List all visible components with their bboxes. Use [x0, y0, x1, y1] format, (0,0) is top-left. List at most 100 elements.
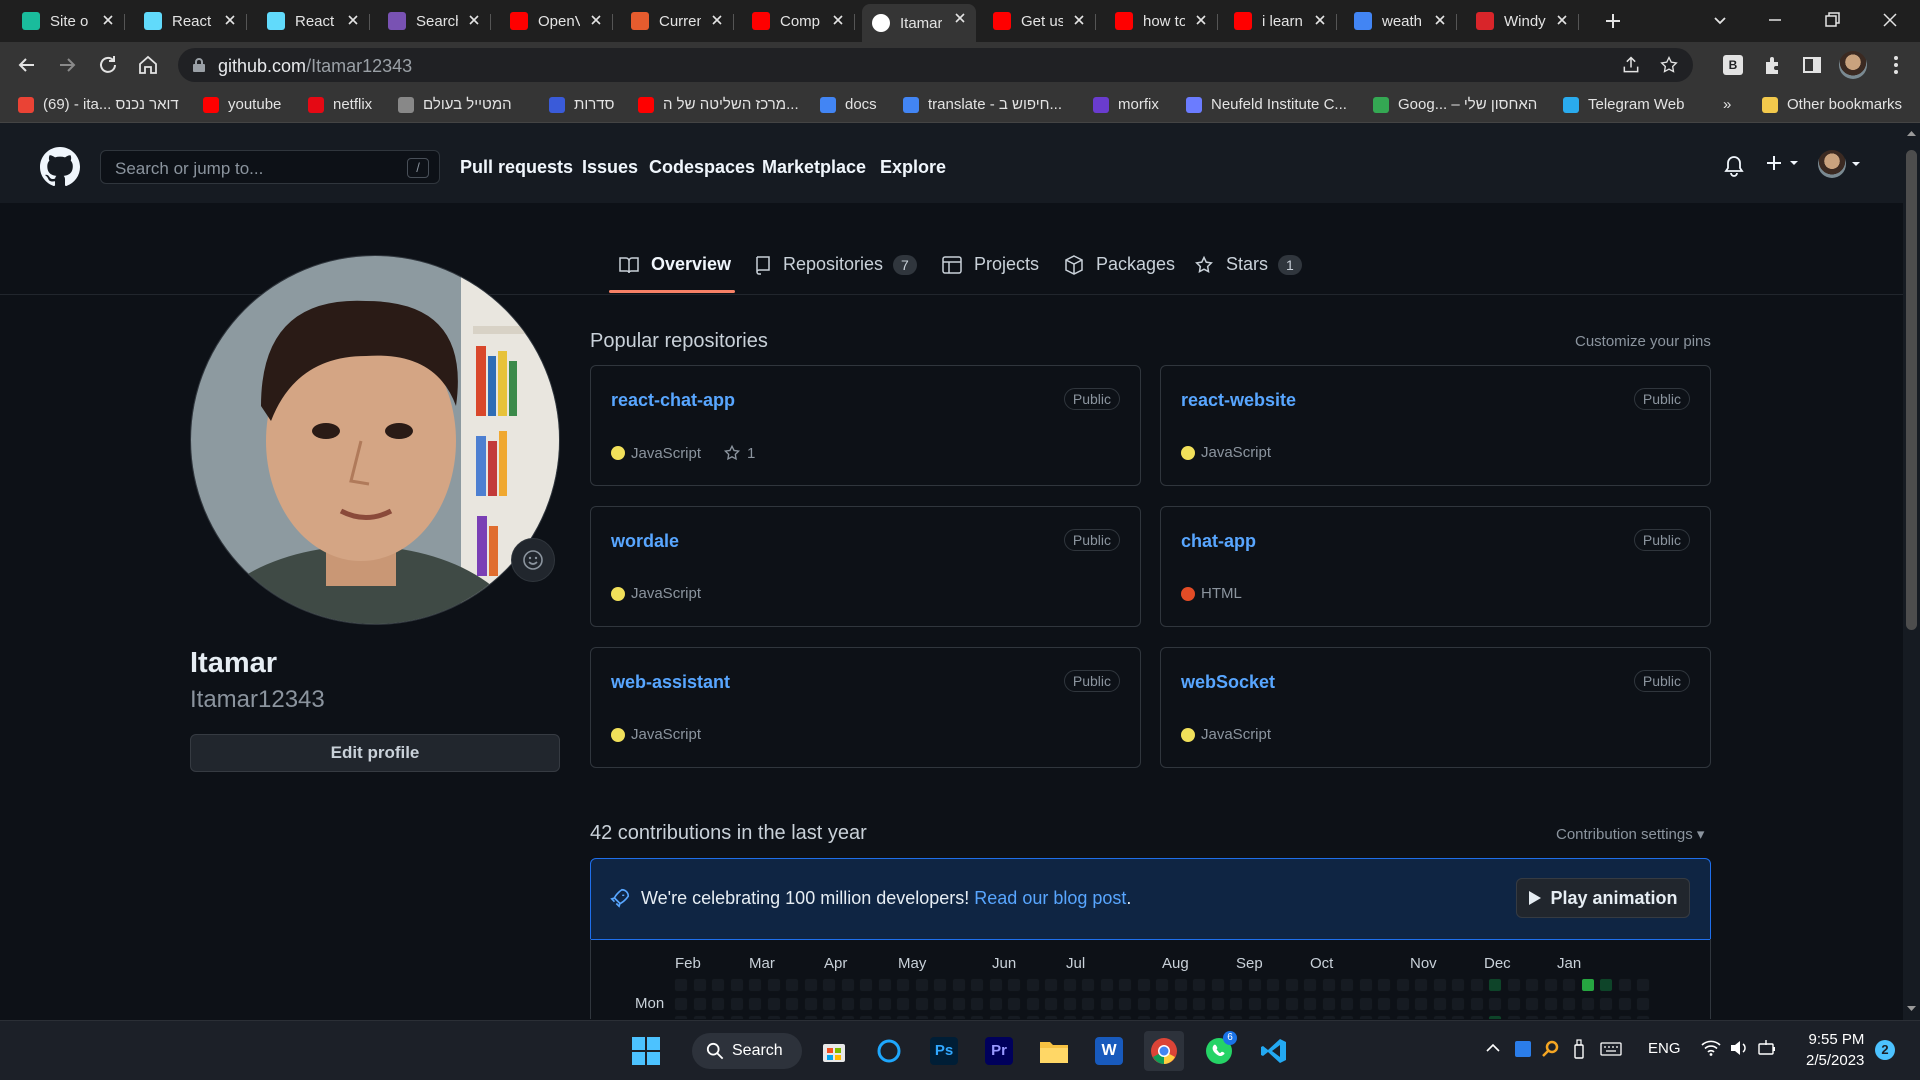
contribution-day-cell[interactable] [822, 978, 836, 992]
bookmark-item[interactable]: Telegram Web [1563, 96, 1684, 113]
contribution-day-cell[interactable] [711, 996, 725, 1011]
tab-search-icon[interactable] [1708, 8, 1732, 32]
tab-overview[interactable]: Overview [619, 254, 731, 275]
browser-tab[interactable]: Curren [621, 6, 734, 36]
user-menu-dropdown[interactable] [1818, 150, 1862, 178]
bookmark-item[interactable]: סדרות [549, 96, 614, 113]
contribution-day-cell[interactable] [711, 978, 725, 992]
contribution-day-cell[interactable] [1044, 978, 1058, 992]
contribution-day-cell[interactable] [1469, 1015, 1484, 1019]
contribution-day-cell[interactable] [1229, 1015, 1243, 1019]
close-tab-icon[interactable] [830, 12, 846, 28]
contribution-day-cell[interactable] [1543, 1015, 1558, 1019]
url-text[interactable]: github.com/Itamar12343 [218, 56, 412, 77]
contribution-day-cell[interactable] [1358, 996, 1373, 1011]
contribution-day-cell[interactable] [1617, 978, 1632, 992]
input-language-indicator[interactable]: ENG [1648, 1040, 1681, 1057]
contribution-day-cell[interactable] [840, 1015, 855, 1019]
contribution-day-cell[interactable] [1358, 978, 1373, 992]
contribution-day-cell[interactable] [877, 978, 892, 992]
contribution-day-cell[interactable] [1506, 996, 1521, 1011]
close-tab-icon[interactable] [345, 12, 361, 28]
contribution-day-cell[interactable] [1525, 996, 1539, 1011]
contribution-day-cell[interactable] [1007, 996, 1021, 1011]
repo-name-link[interactable]: react-chat-app [611, 390, 735, 411]
contribution-day-cell[interactable] [1525, 1015, 1539, 1019]
contribution-day-cell[interactable] [988, 1015, 1003, 1019]
contribution-day-cell[interactable] [1192, 1015, 1206, 1019]
volume-icon[interactable] [1730, 1040, 1748, 1056]
microsoft-store-icon[interactable] [814, 1031, 854, 1071]
contribution-day-cell[interactable] [1173, 1015, 1188, 1019]
contribution-day-cell[interactable] [1062, 978, 1077, 992]
contribution-day-cell[interactable] [1155, 996, 1169, 1011]
usb-icon[interactable] [1573, 1039, 1585, 1059]
contribution-day-cell[interactable] [1599, 1015, 1613, 1019]
other-bookmarks-folder[interactable]: Other bookmarks [1762, 96, 1902, 113]
contribution-day-cell[interactable] [674, 996, 688, 1011]
contribution-day-cell[interactable] [988, 978, 1003, 992]
browser-profile-avatar[interactable] [1839, 51, 1867, 79]
contribution-day-cell[interactable] [933, 1015, 947, 1019]
chrome-taskbar-icon[interactable] [1144, 1031, 1184, 1071]
contribution-day-cell[interactable] [933, 978, 947, 992]
close-tab-icon[interactable] [1071, 12, 1087, 28]
profile-avatar[interactable] [190, 255, 560, 625]
bookmark-item[interactable]: Goog... – האחסון שלי [1373, 96, 1537, 113]
contribution-day-cell[interactable] [1525, 978, 1539, 992]
contribution-day-cell[interactable] [785, 1015, 799, 1019]
contribution-day-cell[interactable] [1229, 978, 1243, 992]
tab-repositories[interactable]: Repositories 7 [755, 254, 917, 275]
contribution-day-cell[interactable] [1340, 996, 1354, 1011]
contribution-day-cell[interactable] [1062, 1015, 1077, 1019]
contribution-day-cell[interactable] [970, 996, 984, 1011]
contribution-day-cell[interactable] [896, 978, 910, 992]
browser-tab[interactable]: how to [1105, 6, 1218, 36]
bookmark-item[interactable]: docs [820, 96, 877, 113]
contribution-day-cell[interactable] [1118, 978, 1132, 992]
close-tab-icon[interactable] [588, 12, 604, 28]
taskbar-search[interactable]: Search [692, 1033, 802, 1069]
contribution-day-cell[interactable] [1580, 1015, 1595, 1019]
contribution-day-cell[interactable] [1007, 978, 1021, 992]
contribution-day-cell[interactable] [1118, 1015, 1132, 1019]
nav-explore[interactable]: Explore [880, 157, 946, 178]
nav-marketplace[interactable]: Marketplace [762, 157, 866, 178]
lock-icon[interactable] [192, 57, 206, 73]
contribution-day-cell[interactable] [933, 996, 947, 1011]
tab-projects[interactable]: Projects [942, 254, 1039, 275]
tab-packages[interactable]: Packages [1064, 254, 1175, 275]
reload-icon[interactable] [96, 53, 120, 77]
contribution-day-cell[interactable] [1599, 996, 1613, 1011]
repo-stars-link[interactable]: 1 [723, 444, 755, 462]
contribution-day-cell[interactable] [859, 1015, 873, 1019]
contribution-day-cell[interactable] [803, 978, 818, 992]
contribution-day-cell[interactable] [877, 1015, 892, 1019]
contribution-day-cell[interactable] [674, 1015, 688, 1019]
contribution-day-cell[interactable] [674, 978, 688, 992]
contribution-day-cell[interactable] [1081, 996, 1095, 1011]
tray-app-icon[interactable] [1515, 1041, 1531, 1057]
contribution-day-cell[interactable] [840, 978, 855, 992]
extensions-puzzle-icon[interactable] [1761, 53, 1785, 77]
share-icon[interactable] [1621, 55, 1641, 75]
start-button[interactable] [626, 1031, 666, 1071]
contribution-day-cell[interactable] [1118, 996, 1132, 1011]
cortana-icon[interactable] [869, 1031, 909, 1071]
contribution-settings-dropdown[interactable]: Contribution settings ▾ [1556, 825, 1704, 843]
browser-tab[interactable]: i learn [1224, 6, 1337, 36]
contribution-day-cell[interactable] [1247, 996, 1262, 1011]
contribution-day-cell[interactable] [822, 996, 836, 1011]
contribution-day-cell[interactable] [1303, 1015, 1317, 1019]
contribution-day-cell[interactable] [1488, 1015, 1502, 1019]
browser-tab[interactable]: Windy [1466, 6, 1579, 36]
new-tab-icon[interactable] [1601, 9, 1625, 33]
minimize-icon[interactable] [1763, 8, 1787, 32]
contribution-day-cell[interactable] [951, 1015, 966, 1019]
contribution-day-cell[interactable] [1636, 1015, 1650, 1019]
create-new-dropdown[interactable] [1764, 153, 1800, 173]
browser-tab[interactable]: Search [378, 6, 491, 36]
contribution-day-cell[interactable] [692, 1015, 707, 1019]
github-logo-icon[interactable] [40, 147, 80, 187]
word-icon[interactable]: W [1089, 1031, 1129, 1071]
